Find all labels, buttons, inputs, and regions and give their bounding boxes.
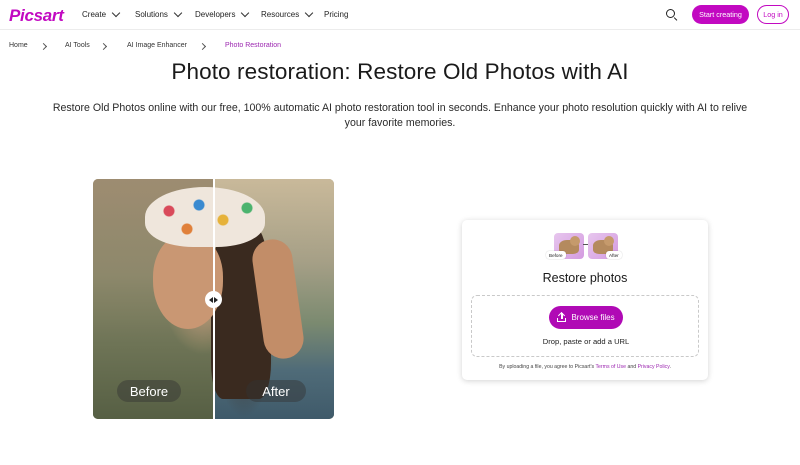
nav-developers[interactable]: Developers — [195, 8, 250, 19]
chevron-right-icon — [99, 42, 108, 51]
nav-create[interactable]: Create — [82, 8, 121, 19]
nav-pricing[interactable]: Pricing — [324, 10, 348, 19]
terms-suffix: . — [669, 364, 671, 370]
after-thumbnail-label: After — [606, 251, 622, 259]
privacy-policy-link[interactable]: Privacy Policy — [638, 364, 670, 370]
page-title: Photo restoration: Restore Old Photos wi… — [171, 59, 629, 84]
terms-prefix: By uploading a file, you agree to Picsar… — [499, 364, 595, 370]
breadcrumb-ai-image-enhancer[interactable]: AI Image Enhancer — [127, 42, 187, 49]
chevron-down-icon — [111, 8, 121, 18]
terms-of-use-link[interactable]: Terms of Use — [595, 364, 626, 370]
browse-files-label: Browse files — [571, 313, 615, 322]
before-thumbnail-label: Before — [546, 251, 566, 259]
upload-card: Before After Restore photos Browse files… — [462, 220, 708, 380]
chevron-down-icon — [241, 8, 250, 18]
picsart-logo[interactable]: Picsart — [9, 6, 64, 26]
chevron-right-icon — [39, 42, 48, 51]
breadcrumb-home[interactable]: Home — [9, 42, 28, 49]
terms-and: and — [627, 364, 637, 370]
arrow-right-icon — [214, 296, 218, 303]
nav-pricing-label: Pricing — [324, 10, 349, 19]
nav-solutions[interactable]: Solutions — [135, 8, 183, 19]
portrait-headscarf — [145, 187, 265, 247]
after-label: After — [246, 380, 306, 402]
search-icon[interactable] — [666, 9, 678, 22]
file-dropzone[interactable]: Browse files Drop, paste or add a URL — [471, 295, 699, 357]
upload-card-title: Restore photos — [542, 271, 628, 285]
browse-files-button[interactable]: Browse files — [549, 306, 623, 329]
chevron-down-icon — [305, 8, 314, 18]
page-subtitle: Restore Old Photos online with our free,… — [52, 102, 748, 129]
before-label: Before — [117, 380, 181, 402]
nav-resources-label: Resources — [261, 10, 300, 19]
nav-resources[interactable]: Resources — [261, 8, 314, 19]
breadcrumb: Home AI Tools AI Image Enhancer Photo Re… — [0, 42, 800, 52]
chevron-down-icon — [173, 8, 183, 18]
comparison-slider-handle[interactable] — [205, 291, 222, 308]
chevron-right-icon — [198, 42, 207, 51]
before-after-comparison-image[interactable]: Before After — [93, 179, 334, 419]
arrow-left-icon — [209, 296, 213, 303]
upload-icon — [557, 311, 567, 322]
start-creating-button[interactable]: Start creating — [692, 5, 749, 24]
nav-create-label: Create — [82, 10, 107, 19]
nav-developers-label: Developers — [195, 10, 236, 19]
top-nav-bar: Picsart Create Solutions Developers Reso… — [0, 0, 800, 30]
breadcrumb-ai-tools[interactable]: AI Tools — [65, 42, 90, 49]
nav-solutions-label: Solutions — [135, 10, 168, 19]
terms-notice: By uploading a file, you agree to Picsar… — [462, 364, 708, 370]
breadcrumb-photo-restoration: Photo Restoration — [225, 42, 282, 49]
drop-instructions: Drop, paste or add a URL — [542, 337, 630, 346]
login-button[interactable]: Log in — [757, 5, 789, 24]
